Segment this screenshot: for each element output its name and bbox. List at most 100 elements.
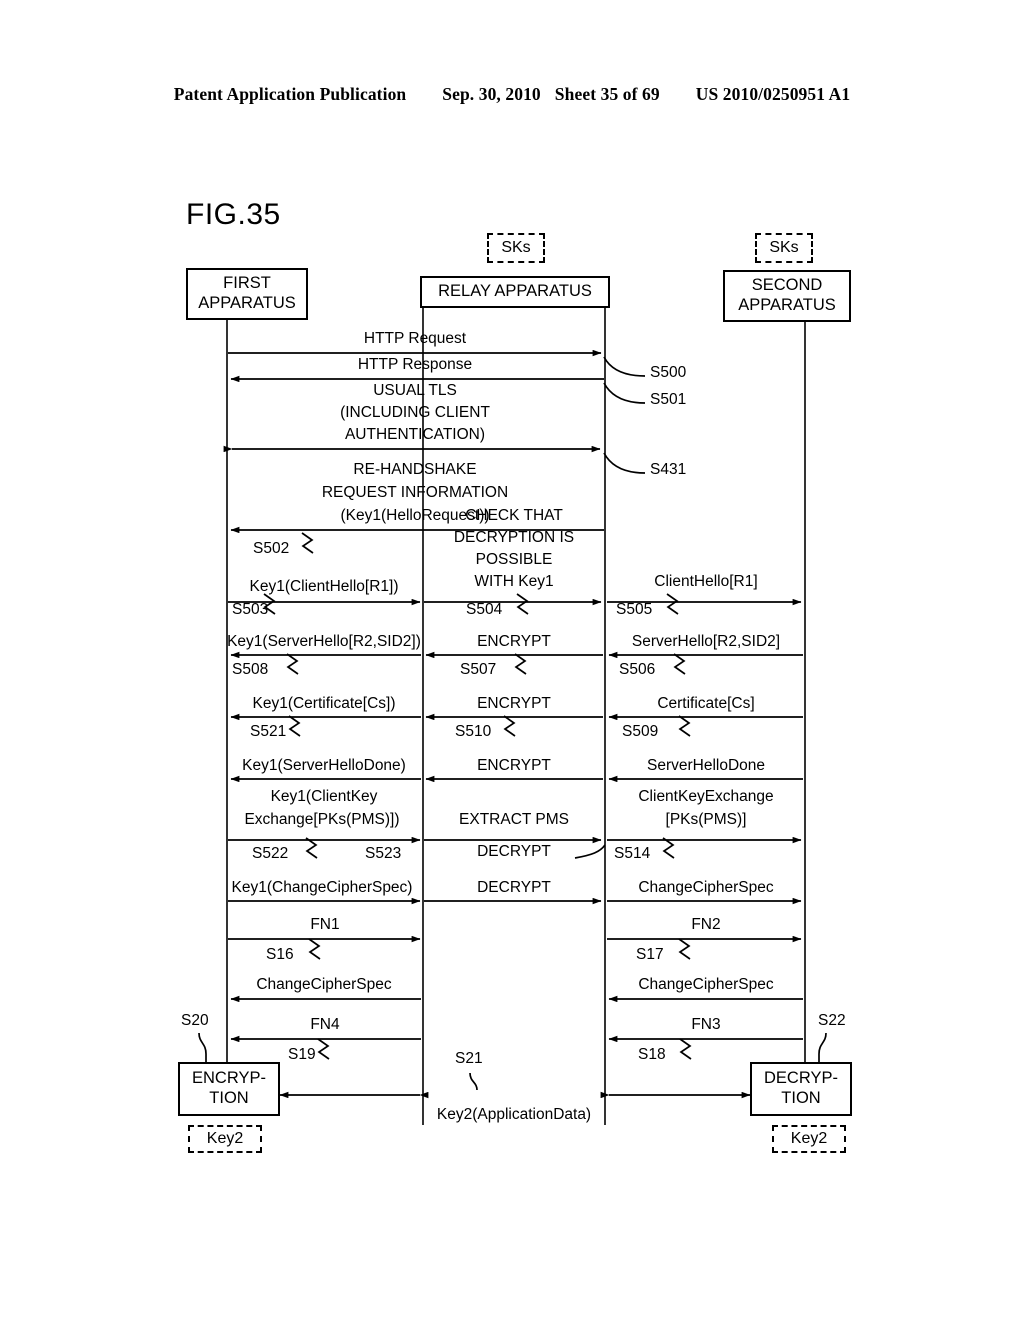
step-s510: S510 (455, 723, 492, 740)
encryption-key2-label: Key2 (206, 1130, 244, 1147)
message-clientkeyexchange-line1: ClientKeyExchange (638, 788, 774, 805)
relay-apparatus-label: RELAY APPARATUS (438, 282, 592, 301)
message-changecipherspec-forward: ChangeCipherSpec (638, 879, 774, 896)
message-usual-tls-line1: USUAL TLS (373, 382, 457, 399)
step-s500: S500 (650, 364, 687, 381)
message-changecipherspec-back-left: ChangeCipherSpec (256, 976, 392, 993)
step-s18: S18 (638, 1046, 666, 1063)
message-key1-clienthello: Key1(ClientHello[R1]) (249, 578, 399, 595)
second-sks-key-box: SKs (755, 233, 813, 263)
step-s21: S21 (455, 1050, 483, 1067)
second-apparatus-label-line2: APPARATUS (738, 296, 836, 314)
step-s508: S508 (232, 661, 269, 678)
tick-s16 (308, 938, 321, 960)
message-key2-applicationdata: Key2(ApplicationData) (436, 1106, 592, 1123)
leader-s20 (198, 1032, 207, 1062)
message-key1-serverhellodone: Key1(ServerHelloDone) (242, 757, 406, 774)
step-s503: S503 (232, 601, 269, 618)
relay-sks-key-box: SKs (487, 233, 545, 263)
step-s509: S509 (622, 723, 659, 740)
note-decrypt-2: DECRYPT (477, 879, 551, 896)
message-re-handshake-line1: RE-HANDSHAKE (353, 461, 477, 478)
tick-s18 (679, 1038, 692, 1060)
tick-s504 (516, 593, 529, 615)
message-key1-clientkey-line1: Key1(ClientKey (270, 788, 378, 805)
encryption-label-line1: ENCRYP- (192, 1069, 266, 1088)
step-s502: S502 (253, 540, 290, 557)
leader-s501 (603, 382, 646, 404)
second-apparatus-label-line1: SECOND (751, 276, 823, 295)
message-serverhello: ServerHello[R2,SID2] (631, 633, 781, 650)
tick-s17 (678, 938, 691, 960)
step-s431: S431 (650, 461, 687, 478)
note-check-line3: POSSIBLE (475, 551, 553, 568)
message-clienthello: ClientHello[R1] (654, 573, 758, 590)
tick-s505 (666, 593, 679, 615)
message-fn2: FN2 (691, 916, 721, 933)
node-decryption[interactable]: DECRYP- TION (750, 1062, 852, 1116)
tick-s508 (286, 653, 299, 675)
step-s514: S514 (614, 845, 651, 862)
message-clientkeyexchange-line2: [PKs(PMS)] (665, 811, 747, 828)
step-s22: S22 (818, 1012, 846, 1029)
message-usual-tls-line2: (INCLUDING CLIENT (340, 404, 490, 421)
node-second-apparatus[interactable]: SECOND APPARATUS (723, 270, 851, 322)
first-apparatus-label-line2: APPARATUS (198, 294, 296, 312)
tick-s502 (301, 532, 314, 554)
message-certificate: Certificate[Cs] (657, 695, 755, 712)
first-apparatus-label-line1: FIRST (223, 274, 271, 293)
tick-s510 (503, 715, 516, 737)
node-relay-apparatus[interactable]: RELAY APPARATUS (420, 276, 610, 308)
leader-s21 (469, 1072, 478, 1091)
message-http-request: HTTP Request (363, 330, 467, 347)
note-encrypt-2: ENCRYPT (477, 695, 551, 712)
message-usual-tls-line3: AUTHENTICATION) (344, 426, 486, 443)
note-check-line4: WITH Key1 (474, 573, 554, 590)
relay-sks-label: SKs (501, 239, 531, 256)
step-s522: S522 (252, 845, 289, 862)
encryption-key2-box: Key2 (188, 1125, 262, 1153)
message-key1-changecipherspec: Key1(ChangeCipherSpec) (231, 879, 413, 896)
decryption-label-line2: TION (781, 1089, 821, 1107)
note-check-line1: CHECK THAT (465, 507, 563, 524)
step-s17: S17 (636, 946, 664, 963)
decryption-key2-label: Key2 (790, 1130, 828, 1147)
step-s523: S523 (365, 845, 402, 862)
message-fn3: FN3 (691, 1016, 721, 1033)
step-s16: S16 (266, 946, 294, 963)
message-http-response: HTTP Response (357, 356, 473, 373)
message-changecipherspec-back-right: ChangeCipherSpec (638, 976, 774, 993)
step-s504: S504 (466, 601, 503, 618)
step-s20: S20 (181, 1012, 209, 1029)
message-serverhellodone: ServerHelloDone (646, 757, 766, 774)
step-s19: S19 (288, 1046, 316, 1063)
decryption-key2-box: Key2 (772, 1125, 846, 1153)
second-sks-label: SKs (769, 239, 799, 256)
node-encryption[interactable]: ENCRYP- TION (178, 1062, 280, 1116)
tick-s521 (288, 715, 301, 737)
tick-s19 (317, 1038, 330, 1060)
message-re-handshake-line2: REQUEST INFORMATION (321, 484, 509, 501)
message-key1-clientkey-line2: Exchange[PKs(PMS)]) (244, 811, 400, 828)
figure-35: FIG.35 FIRST APPARATUS RELAY APPARATUS S… (0, 0, 1024, 1320)
tick-s522 (305, 837, 318, 859)
step-s521: S521 (250, 723, 287, 740)
note-decrypt-1: DECRYPT (477, 843, 551, 860)
step-s507: S507 (460, 661, 497, 678)
note-extract-pms: EXTRACT PMS (459, 811, 569, 828)
tick-s509 (678, 715, 691, 737)
message-fn1: FN1 (310, 916, 340, 933)
message-key1-serverhello: Key1(ServerHello[R2,SID2]) (227, 633, 421, 650)
tick-s507 (514, 653, 527, 675)
note-check-line2: DECRYPTION IS (453, 529, 575, 546)
leader-s500 (603, 356, 646, 377)
message-fn4: FN4 (310, 1016, 340, 1033)
leader-s22 (818, 1032, 827, 1062)
encryption-label-line2: TION (209, 1089, 249, 1107)
step-s505: S505 (616, 601, 653, 618)
node-first-apparatus[interactable]: FIRST APPARATUS (186, 268, 308, 320)
step-s506: S506 (619, 661, 656, 678)
tick-s506 (673, 653, 686, 675)
tick-s514 (662, 837, 675, 859)
decryption-label-line1: DECRYP- (764, 1069, 838, 1088)
